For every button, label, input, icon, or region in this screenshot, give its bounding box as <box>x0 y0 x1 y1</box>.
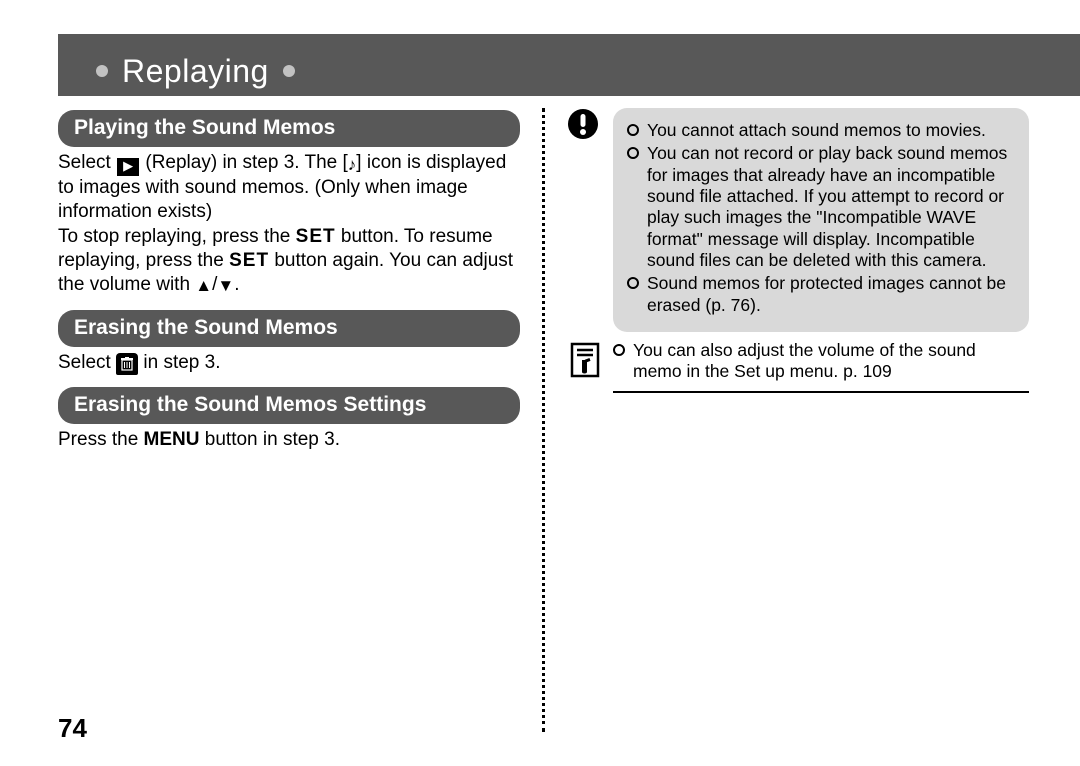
set-button-label: SET <box>229 250 269 271</box>
bullet-icon <box>627 124 639 136</box>
header-title-bar: Replaying <box>58 46 1080 96</box>
page-number: 74 <box>58 713 87 744</box>
body-text-erasing-settings: Press the MENU button in step 3. <box>58 428 520 452</box>
down-arrow-icon: ▼ <box>217 276 234 295</box>
text-fragment: in step 3. <box>138 352 220 373</box>
left-column: Playing the Sound Memos Select ▶ (Replay… <box>58 108 538 732</box>
section-heading-erasing: Erasing the Sound Memos <box>58 310 520 347</box>
column-divider <box>542 108 545 732</box>
up-arrow-icon: ▲ <box>195 276 212 295</box>
body-text-playing: Select ▶ (Replay) in step 3. The [♪] ico… <box>58 151 520 297</box>
warning-item: You can not record or play back sound me… <box>627 143 1015 271</box>
bullet-icon <box>627 147 639 159</box>
text-fragment: (Replay) in step 3. The [ <box>140 152 348 173</box>
body-text-erasing: Select in step 3. <box>58 351 520 375</box>
warning-text: Sound memos for protected images cannot … <box>647 273 1015 316</box>
right-column: You cannot attach sound memos to movies.… <box>549 108 1029 732</box>
bullet-icon <box>283 65 295 77</box>
section-heading-erasing-settings: Erasing the Sound Memos Settings <box>58 387 520 424</box>
bullet-icon <box>627 277 639 289</box>
warning-text: You can not record or play back sound me… <box>647 143 1015 271</box>
warning-item: Sound memos for protected images cannot … <box>627 273 1015 316</box>
bullet-icon <box>96 65 108 77</box>
menu-button-label: MENU <box>144 429 200 450</box>
tip-text: You can also adjust the volume of the so… <box>633 340 1029 383</box>
text-fragment: To stop replaying, press the <box>58 226 296 247</box>
header-top-strip <box>58 34 1080 46</box>
section-heading-playing: Playing the Sound Memos <box>58 110 520 147</box>
text-fragment: Select <box>58 352 116 373</box>
memo-icon <box>567 340 603 393</box>
page-content: Playing the Sound Memos Select ▶ (Replay… <box>58 108 1040 732</box>
tip-body: You can also adjust the volume of the so… <box>613 340 1029 393</box>
bullet-icon <box>613 344 625 356</box>
trash-icon <box>116 353 138 375</box>
replay-icon: ▶ <box>117 158 139 176</box>
warning-block: You cannot attach sound memos to movies.… <box>567 108 1029 332</box>
page-title: Replaying <box>122 53 269 90</box>
warning-text: You cannot attach sound memos to movies. <box>647 120 1015 141</box>
exclamation-icon <box>567 108 603 332</box>
text-fragment: Press the <box>58 429 144 450</box>
set-button-label: SET <box>296 226 336 247</box>
warning-item: You cannot attach sound memos to movies. <box>627 120 1015 141</box>
warning-box: You cannot attach sound memos to movies.… <box>613 108 1029 332</box>
text-fragment: button in step 3. <box>200 429 341 450</box>
tip-block: You can also adjust the volume of the so… <box>567 340 1029 393</box>
text-fragment: Select <box>58 152 116 173</box>
